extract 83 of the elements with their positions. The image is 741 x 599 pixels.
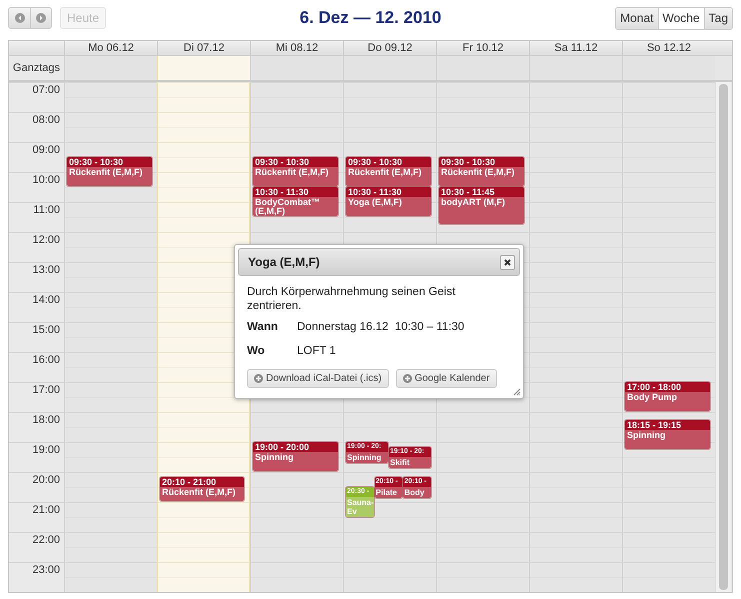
event-title: Body [403,487,424,498]
day-header: Fr 10.12 [436,41,529,55]
event-title: Rückenfit (E,M,F) [254,167,328,177]
time-label: 07:00 [32,84,60,96]
event-title: Pilate [374,487,397,498]
plus-icon [254,374,263,383]
time-label: 13:00 [32,264,60,276]
event-time: 18:15 - 19:15 [626,420,682,430]
calendar-event[interactable]: 20:10 - 21:00 Rückenfit (E,M,F) [160,477,244,501]
calendar-event[interactable]: 09:30 - 10:30 Rückenfit (E,M,F) [67,157,152,186]
calendar-event[interactable]: 19:00 - 20:00 Spinning [253,442,338,471]
event-title: Spinning [346,452,382,463]
close-icon [504,258,511,266]
calendar-event[interactable]: 18:15 - 19:15 Spinning [625,420,710,448]
event-time: 09:30 - 10:30 [347,157,402,167]
calendar-title: 6. Dez — 12. 2010 [300,8,442,28]
time-label: 19:00 [32,444,60,456]
event-title: Yoga (E,M,F) [347,197,402,207]
time-label: 14:00 [32,294,60,306]
time-label: 20:00 [32,474,60,486]
view-tab[interactable]: Tag [704,8,732,28]
resize-grip-icon [513,388,521,396]
detail-label: Wann [247,321,279,333]
view-tab[interactable]: Monat [616,8,658,28]
calendar-event[interactable]: 17:00 - 18:00 Body Pump [625,382,710,411]
calendar-event[interactable]: 09:30 - 10:30 Rückenfit (E,M,F) [439,157,524,186]
time-label: 17:00 [32,384,60,396]
detail-label: Wo [247,345,266,357]
event-title: Rückenfit (E,M,F) [440,167,514,177]
calendar-event[interactable]: 10:30 - 11:30 BodyCombat™ (E,M,F) [253,187,338,216]
popup-button[interactable]: Google Kalender [396,369,497,388]
event-title: Spinning [254,452,294,462]
event-title: Sauna-Ev [346,497,374,517]
scrollbar[interactable] [715,82,731,592]
time-label: 11:00 [33,204,60,216]
all-day-cell[interactable] [157,56,250,80]
event-time: 09:30 - 10:30 [440,157,496,167]
time-label: 22:00 [32,534,60,546]
event-time: 17:00 - 18:00 [626,382,682,392]
next-icon [36,13,46,23]
time-label: 08:00 [32,114,60,126]
event-title: Body Pump [626,392,678,402]
day-header: Mo 06.12 [64,41,157,55]
time-label: 23:00 [32,564,60,576]
day-header: Do 09.12 [343,41,436,55]
time-label: 16:00 [32,354,60,366]
scrollbar-thumb[interactable] [719,84,728,590]
event-title: bodyART (M,F) [440,197,505,207]
popup-button[interactable]: Download iCal-Datei (.ics) [247,369,389,388]
event-title: Skifit [389,457,410,468]
time-label: 09:00 [32,144,60,156]
detail-value: Donnerstag 16.12 10:30 – 11:30 [297,321,464,333]
time-label: 21:00 [32,504,60,516]
event-title: Rückenfit (E,M,F) [347,167,422,177]
calendar-event[interactable]: 10:30 - 11:30 Yoga (E,M,F) [346,187,431,216]
day-header: Mi 08.12 [250,41,343,55]
day-header: Di 07.12 [157,41,250,55]
time-label: 18:00 [32,414,60,426]
time-label: 12:00 [32,234,60,246]
event-description: Durch Körperwahrnehmung seinen Geist zentrieren. [247,285,456,313]
day-header: Sa 11.12 [529,41,622,55]
event-time: 10:30 - 11:45 [440,187,495,197]
event-time: 09:30 - 10:30 [68,157,124,167]
event-title: BodyCombat™ (E,M,F) [254,197,321,216]
event-title: Rückenfit (E,M,F) [68,167,142,177]
event-title: Rückenfit (E,M,F) [161,487,236,497]
close-button[interactable] [500,254,515,270]
time-label: 15:00 [32,324,60,336]
event-time: 20:10 - 21:00 [161,477,216,487]
day-header: So 12.12 [622,41,715,55]
time-label: 10:00 [32,174,60,186]
previous-icon [14,13,24,23]
event-time: 10:30 - 11:30 [254,187,309,197]
calendar-event[interactable]: 09:30 - 10:30 Rückenfit (E,M,F) [253,157,338,186]
event-title: Spinning [626,430,666,440]
event-time: 09:30 - 10:30 [254,157,310,167]
calendar-event[interactable]: 10:30 - 11:45 bodyART (M,F) [439,187,524,224]
plus-icon [402,374,412,383]
event-time: 19:00 - 20:00 [254,442,310,452]
popup-title: Yoga (E,M,F) [248,255,320,269]
event-time: 10:30 - 11:30 [347,187,402,197]
detail-value: LOFT 1 [297,345,336,357]
calendar-event[interactable]: 09:30 - 10:30 Rückenfit (E,M,F) [346,157,431,186]
